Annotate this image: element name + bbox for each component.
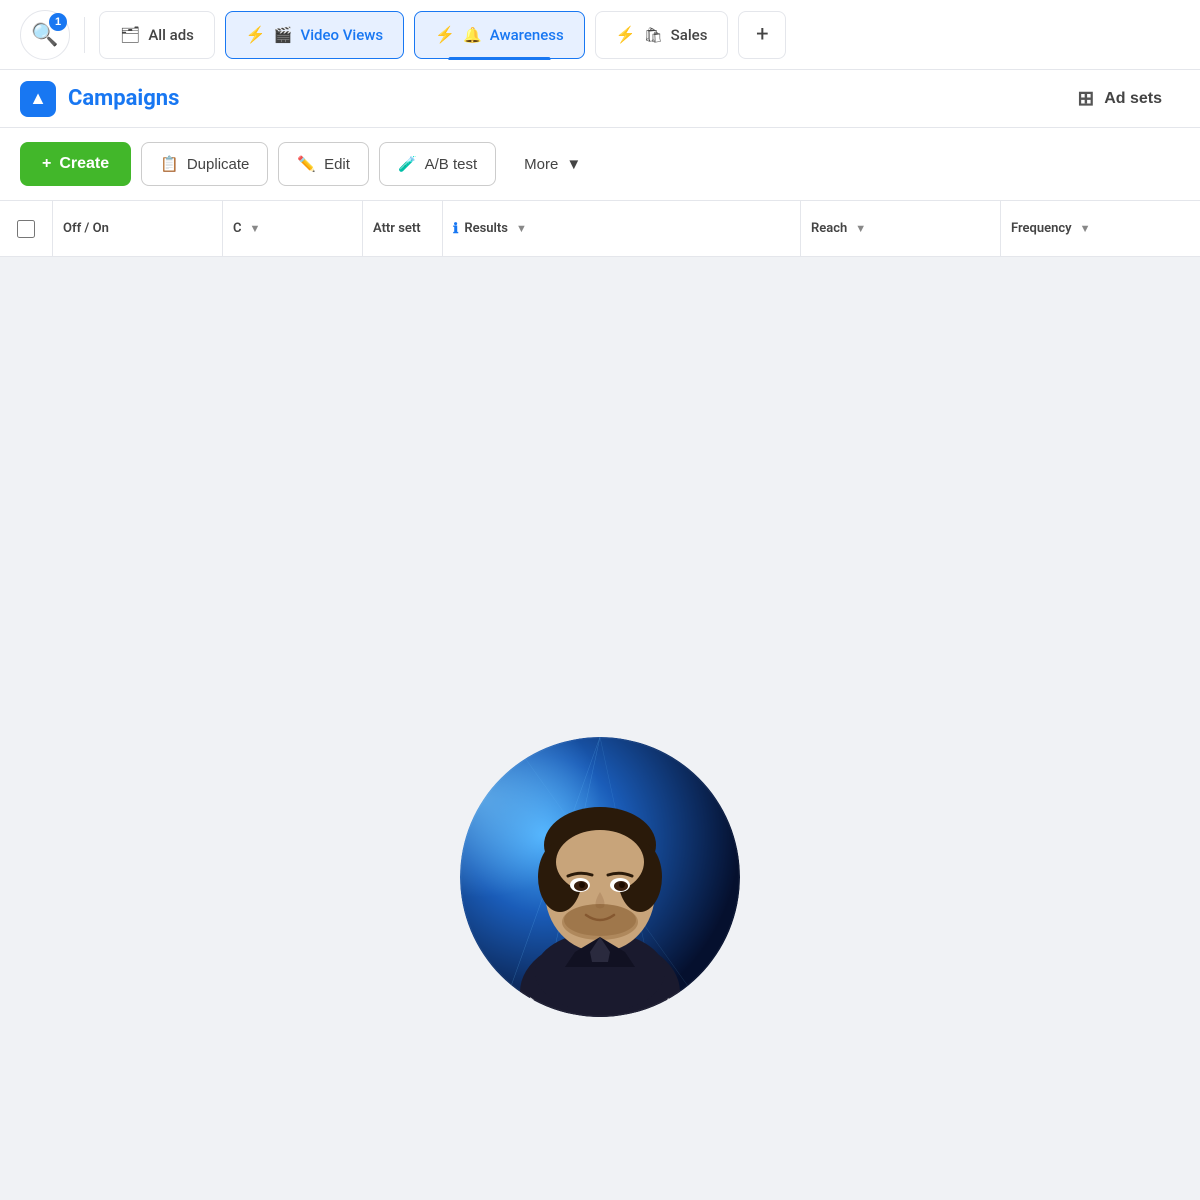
results-chevron-icon: ▼ — [516, 222, 527, 235]
th-reach[interactable]: Reach ▼ — [800, 201, 1000, 256]
reach-chevron-icon: ▼ — [855, 222, 866, 235]
sub-header: ▲ Campaigns ⊞ Ad sets — [0, 70, 1200, 128]
awareness-icon2: 🔔 — [463, 26, 482, 44]
avatar-container: BRAM VAN DER HALLEN — [460, 737, 740, 1017]
tab-all-ads[interactable]: 🗂 All ads — [99, 11, 215, 59]
th-off-on-label: Off / On — [63, 221, 109, 236]
awareness-icon: ⚡ — [435, 25, 455, 44]
campaigns-icon: ▲ — [20, 81, 56, 117]
th-campaign[interactable]: C ▼ — [222, 201, 362, 256]
toolbar: + Create 📋 Duplicate ✏️ Edit 🧪 A/B test … — [0, 128, 1200, 201]
nav-divider — [84, 17, 85, 53]
edit-label: Edit — [324, 156, 350, 173]
th-attr-label: Attr sett — [373, 221, 421, 236]
ad-sets-button[interactable]: ⊞ Ad sets — [1059, 76, 1180, 121]
duplicate-label: Duplicate — [187, 156, 250, 173]
main-content: BRAM VAN DER HALLEN — [0, 257, 1200, 1077]
th-results[interactable]: ℹ Results ▼ — [442, 201, 800, 256]
th-results-label: Results — [464, 221, 508, 236]
th-attr-settings: Attr sett — [362, 201, 442, 256]
table-header: Off / On C ▼ Attr sett ℹ Results ▼ Reach… — [0, 201, 1200, 257]
ad-sets-label: Ad sets — [1104, 90, 1162, 108]
th-frequency-label: Frequency — [1011, 221, 1072, 236]
ab-test-button[interactable]: 🧪 A/B test — [379, 142, 496, 186]
avatar: BRAM VAN DER HALLEN — [460, 737, 740, 1017]
campaign-chevron-icon: ▼ — [250, 222, 261, 235]
th-reach-label: Reach — [811, 221, 847, 236]
add-icon: + — [756, 22, 768, 47]
ad-sets-grid-icon: ⊞ — [1077, 86, 1094, 111]
create-label: Create — [59, 155, 109, 173]
video-views-icon: ⚡ — [246, 25, 266, 44]
video-views-icon2: 🎬 — [274, 26, 293, 44]
search-button[interactable]: 🔍 1 — [20, 10, 70, 60]
top-nav: 🔍 1 🗂 All ads ⚡ 🎬 Video Views ⚡ 🔔 Awaren… — [0, 0, 1200, 70]
tab-sales-label: Sales — [671, 26, 708, 44]
edit-icon: ✏️ — [297, 155, 316, 173]
results-info-icon: ℹ — [453, 221, 458, 237]
th-frequency[interactable]: Frequency ▼ — [1000, 201, 1200, 256]
tab-awareness-label: Awareness — [490, 26, 564, 44]
th-campaign-label: C — [233, 221, 242, 236]
all-ads-icon: 🗂 — [120, 25, 140, 44]
create-plus-icon: + — [42, 155, 51, 173]
more-button[interactable]: More ▼ — [506, 142, 599, 186]
search-badge: 1 — [49, 13, 67, 31]
frequency-chevron-icon: ▼ — [1080, 222, 1091, 235]
sales-icon2: 🛍 — [644, 26, 663, 44]
create-button[interactable]: + Create — [20, 142, 131, 186]
more-chevron-icon: ▼ — [566, 156, 581, 173]
campaigns-title-label: Campaigns — [68, 86, 179, 111]
campaigns-section: ▲ Campaigns — [20, 81, 1059, 117]
select-all-checkbox[interactable] — [17, 220, 35, 238]
sales-icon: ⚡ — [616, 25, 636, 44]
th-off-on: Off / On — [52, 201, 222, 256]
edit-button[interactable]: ✏️ Edit — [278, 142, 369, 186]
duplicate-button[interactable]: 📋 Duplicate — [141, 142, 268, 186]
tab-video-views[interactable]: ⚡ 🎬 Video Views — [225, 11, 404, 59]
tab-all-ads-label: All ads — [148, 26, 194, 44]
ab-test-label: A/B test — [425, 156, 478, 173]
tab-awareness[interactable]: ⚡ 🔔 Awareness — [414, 11, 585, 59]
duplicate-icon: 📋 — [160, 155, 179, 173]
add-tab-button[interactable]: + — [738, 11, 786, 59]
more-label: More — [524, 156, 558, 173]
tab-sales[interactable]: ⚡ 🛍 Sales — [595, 11, 729, 59]
tab-video-views-label: Video Views — [301, 26, 384, 44]
select-all-checkbox-cell — [0, 220, 52, 238]
ab-test-icon: 🧪 — [398, 155, 417, 173]
tab-active-indicator — [449, 57, 550, 60]
